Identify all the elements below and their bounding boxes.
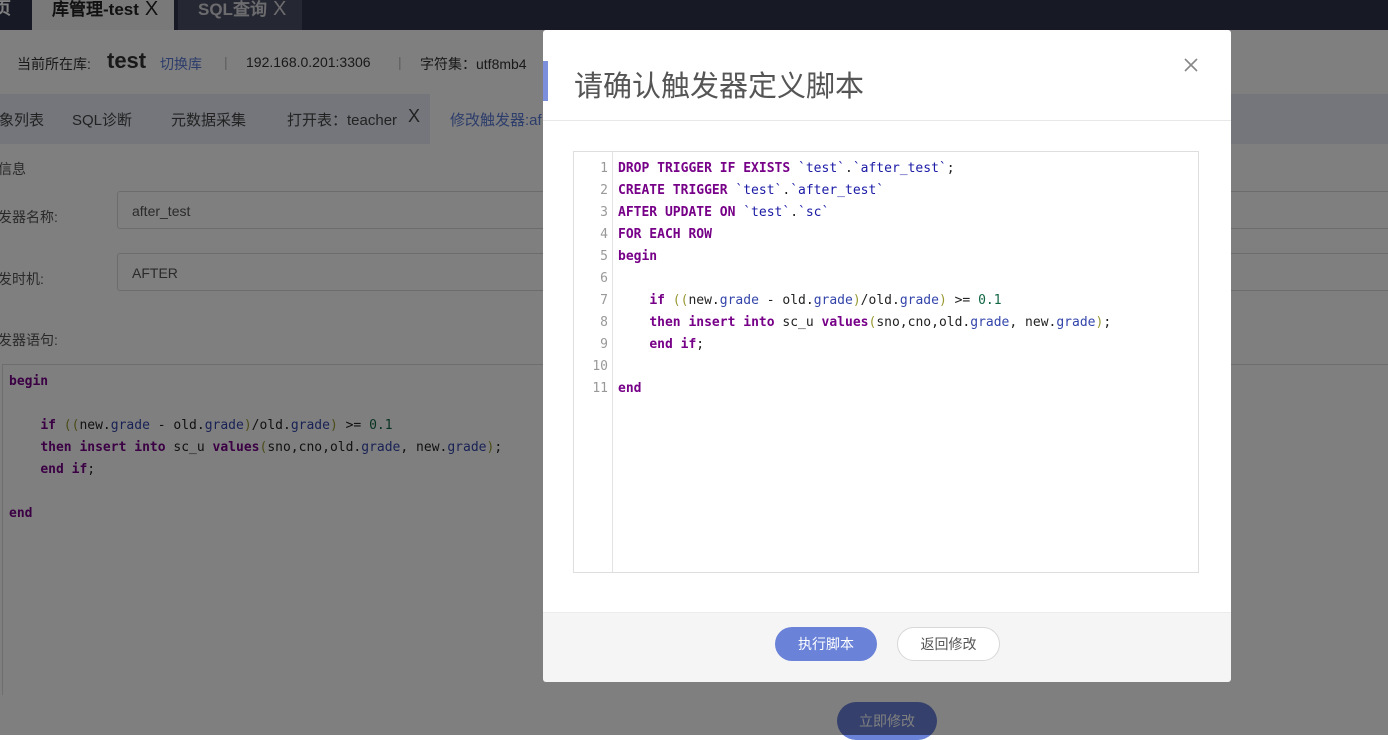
line-numbers: 1 2 3 4 5 6 7 8 9 10 11 <box>592 161 608 396</box>
line-number-gutter: 1 2 3 4 5 6 7 8 9 10 11 <box>574 152 613 572</box>
execute-script-button[interactable]: 执行脚本 <box>775 627 877 661</box>
close-icon[interactable] <box>1183 52 1199 80</box>
back-to-edit-button[interactable]: 返回修改 <box>897 627 1000 661</box>
script-editor[interactable]: 1 2 3 4 5 6 7 8 9 10 11 DROP TRIGGER IF … <box>573 151 1199 573</box>
close-icon-glyph <box>1184 58 1198 72</box>
title-accent-bar <box>543 61 548 101</box>
script-code: DROP TRIGGER IF EXISTS `test`.`after_tes… <box>618 161 1112 396</box>
dialog-header: 请确认触发器定义脚本 <box>543 30 1231 121</box>
dialog-title: 请确认触发器定义脚本 <box>574 71 865 103</box>
dialog-footer: 执行脚本 返回修改 <box>543 612 1231 682</box>
confirm-trigger-dialog: 请确认触发器定义脚本 1 2 3 4 5 6 7 8 9 10 11 DROP … <box>543 30 1231 682</box>
